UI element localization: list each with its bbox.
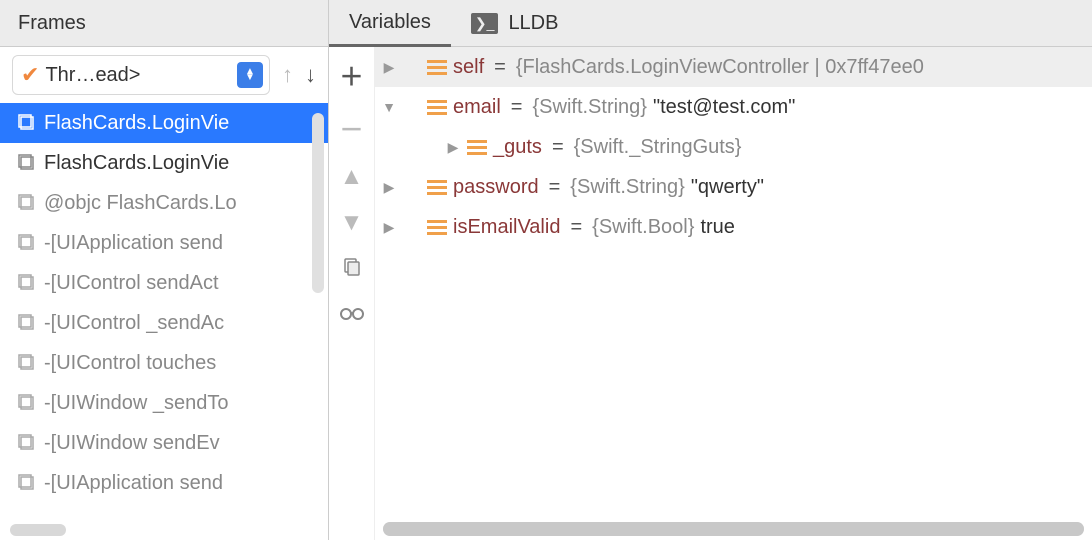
frame-label: FlashCards.LoginVie [44, 152, 229, 175]
stack-frame-icon [18, 314, 36, 332]
dropdown-caret-icon[interactable]: ▲▼ [237, 62, 263, 88]
frame-item[interactable]: -[UIControl _sendAc [0, 303, 328, 343]
stack-frame-icon [18, 394, 36, 412]
variable-type: {Swift._StringGuts} [574, 136, 742, 159]
frame-label: -[UIControl sendAct [44, 272, 219, 295]
frame-up-button[interactable]: ↑ [282, 62, 293, 88]
frame-item[interactable]: @objc FlashCards.Lo [0, 183, 328, 223]
variable-icon [427, 100, 447, 115]
tab-variables-label: Variables [349, 11, 431, 34]
variables-body: ＋ － ▲ ▼ ▶ self = {FlashCards.Logi [329, 47, 1092, 540]
variables-toolbar: ＋ － ▲ ▼ [329, 47, 375, 540]
variable-name: self [453, 56, 484, 79]
variable-name: password [453, 176, 539, 199]
disclosure-open-icon[interactable]: ▼ [381, 99, 397, 115]
variable-icon [427, 220, 447, 235]
thread-toolbar: ✔ Thr…ead> ▲▼ ↑ ↓ [0, 47, 328, 103]
copy-button[interactable] [342, 255, 362, 283]
disclosure-closed-icon[interactable]: ▶ [381, 219, 397, 236]
variable-type: {FlashCards.LoginViewController | 0x7ff4… [516, 56, 924, 79]
frame-item[interactable]: FlashCards.LoginVie [0, 103, 328, 143]
disclosure-closed-icon[interactable]: ▶ [445, 139, 461, 156]
frames-vertical-scrollbar[interactable] [312, 113, 324, 293]
terminal-icon: ❯_ [471, 13, 499, 34]
tab-variables[interactable]: Variables [329, 0, 451, 47]
variable-row-isemailvalid[interactable]: ▶ isEmailValid = {Swift.Bool} true [375, 207, 1092, 247]
frame-label: -[UIWindow sendEv [44, 432, 220, 455]
check-icon: ✔ [21, 62, 39, 88]
disclosure-closed-icon[interactable]: ▶ [381, 59, 397, 76]
move-up-button[interactable]: ▲ [340, 163, 364, 191]
thread-selector[interactable]: ✔ Thr…ead> ▲▼ [12, 55, 270, 95]
equals-sign: = [545, 176, 565, 199]
variable-value: true [700, 216, 734, 239]
variable-name: email [453, 96, 501, 119]
stack-frame-icon [18, 194, 36, 212]
watches-icon[interactable] [339, 301, 365, 329]
variable-name: _guts [493, 136, 542, 159]
variable-value: "test@test.com" [653, 96, 795, 119]
stack-frame-icon [18, 434, 36, 452]
variable-icon [467, 140, 487, 155]
frames-panel: Frames ✔ Thr…ead> ▲▼ ↑ ↓ FlashCards.Logi… [0, 0, 329, 540]
equals-sign: = [548, 136, 568, 159]
stack-frame-icon [18, 474, 36, 492]
frames-list[interactable]: FlashCards.LoginVie FlashCards.LoginVie … [0, 103, 328, 540]
variable-type: {Swift.String} [570, 176, 685, 199]
variable-row-email[interactable]: ▼ email = {Swift.String} "test@test.com" [375, 87, 1092, 127]
variable-type: {Swift.Bool} [592, 216, 694, 239]
frame-label: FlashCards.LoginVie [44, 112, 229, 135]
equals-sign: = [566, 216, 586, 239]
tab-lldb[interactable]: ❯_ LLDB [451, 0, 579, 47]
tab-lldb-label: LLDB [508, 12, 558, 35]
frame-down-button[interactable]: ↓ [305, 62, 316, 88]
remove-watch-button[interactable]: － [340, 110, 364, 145]
stack-frame-icon [18, 154, 36, 172]
variable-value: "qwerty" [691, 176, 764, 199]
stack-frame-icon [18, 234, 36, 252]
thread-label: Thr…ead> [45, 64, 231, 87]
frame-label: @objc FlashCards.Lo [44, 192, 237, 215]
disclosure-closed-icon[interactable]: ▶ [381, 179, 397, 196]
equals-sign: = [490, 56, 510, 79]
variables-panel: Variables ❯_ LLDB ＋ － ▲ ▼ [329, 0, 1092, 540]
frame-label: -[UIApplication send [44, 472, 223, 495]
add-watch-button[interactable]: ＋ [340, 57, 364, 92]
frame-item[interactable]: -[UIApplication send [0, 223, 328, 263]
equals-sign: = [507, 96, 527, 119]
frames-horizontal-scrollbar[interactable] [10, 524, 66, 536]
frame-label: -[UIControl _sendAc [44, 312, 224, 335]
frame-item[interactable]: -[UIApplication send [0, 463, 328, 503]
variables-horizontal-scrollbar[interactable] [383, 522, 1084, 536]
stack-frame-icon [18, 274, 36, 292]
debug-tabs: Variables ❯_ LLDB [329, 0, 1092, 47]
variable-row-self[interactable]: ▶ self = {FlashCards.LoginViewController… [375, 47, 1092, 87]
frame-label: -[UIControl touches [44, 352, 216, 375]
scrollbar-thumb[interactable] [383, 522, 1084, 536]
frame-item[interactable]: -[UIControl touches [0, 343, 328, 383]
variable-icon [427, 180, 447, 195]
frame-item[interactable]: FlashCards.LoginVie [0, 143, 328, 183]
variable-icon [427, 60, 447, 75]
variable-row-guts[interactable]: ▶ _guts = {Swift._StringGuts} [375, 127, 1092, 167]
frame-label: -[UIWindow _sendTo [44, 392, 229, 415]
frame-item[interactable]: -[UIWindow _sendTo [0, 383, 328, 423]
stack-frame-icon [18, 354, 36, 372]
variable-name: isEmailValid [453, 216, 560, 239]
frames-title: Frames [18, 12, 86, 35]
variable-row-password[interactable]: ▶ password = {Swift.String} "qwerty" [375, 167, 1092, 207]
frame-item[interactable]: -[UIControl sendAct [0, 263, 328, 303]
frame-label: -[UIApplication send [44, 232, 223, 255]
frames-header: Frames [0, 0, 328, 47]
stack-frame-icon [18, 114, 36, 132]
variables-tree[interactable]: ▶ self = {FlashCards.LoginViewController… [375, 47, 1092, 540]
variable-type: {Swift.String} [532, 96, 647, 119]
move-down-button[interactable]: ▼ [340, 209, 364, 237]
frame-item[interactable]: -[UIWindow sendEv [0, 423, 328, 463]
